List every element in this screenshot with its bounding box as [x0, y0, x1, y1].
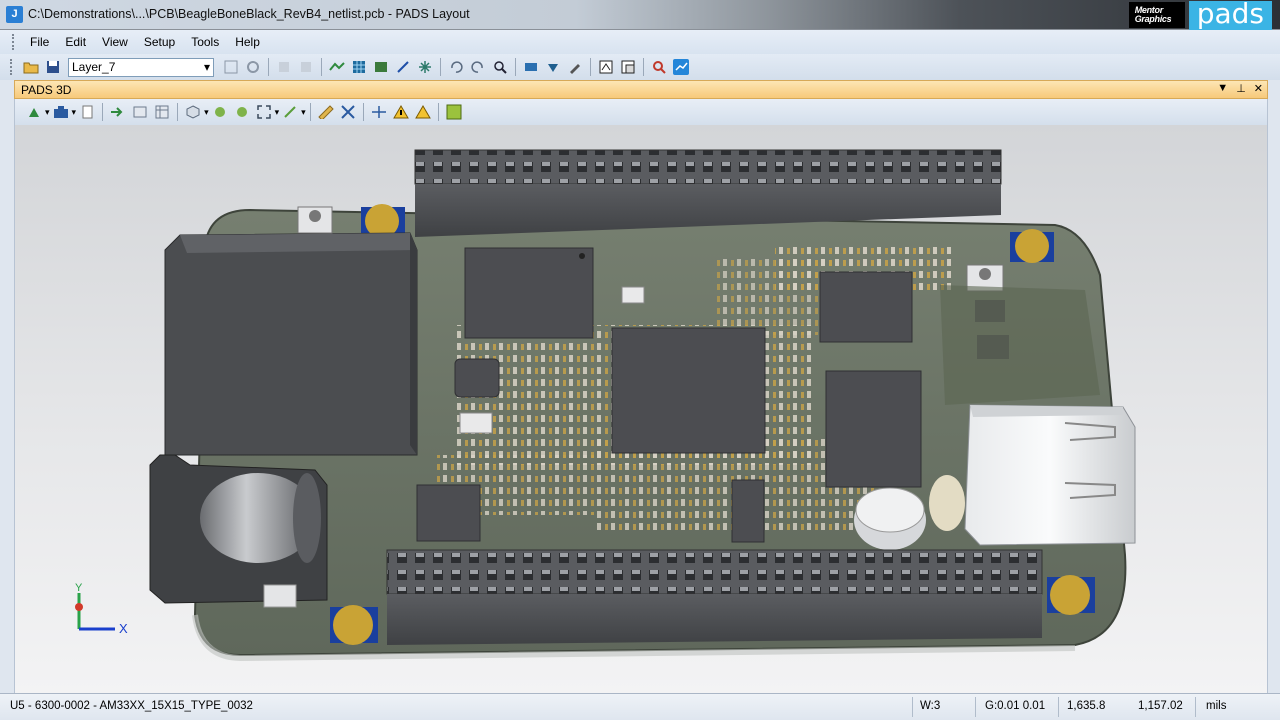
- status-y-coordinate: 1,157.02: [1138, 700, 1183, 712]
- panel-title: PADS 3D: [21, 82, 72, 97]
- save-icon[interactable]: [43, 57, 63, 77]
- toolbar-grip[interactable]: [10, 59, 14, 75]
- toolbar-separator: [590, 58, 591, 76]
- panel-controls: ▼ ⊥ ✕: [1217, 82, 1263, 95]
- grid-icon[interactable]: [349, 57, 369, 77]
- layer-dropdown[interactable]: Layer_7 ▾: [68, 57, 214, 77]
- status-x-coordinate: 1,635.8: [1067, 700, 1106, 712]
- undo-disabled-icon[interactable]: [274, 57, 294, 77]
- status-divider: [1195, 697, 1196, 717]
- layer-dropdown-value: Layer_7: [72, 60, 116, 74]
- camera-icon[interactable]: [51, 102, 71, 122]
- axis-x-label: X: [119, 621, 128, 636]
- chevron-down-icon[interactable]: ▾: [204, 60, 210, 74]
- undo-icon[interactable]: [446, 57, 466, 77]
- left-frame: [0, 80, 14, 693]
- toolbar-separator: [309, 103, 311, 121]
- view-cube-icon[interactable]: [183, 102, 203, 122]
- window-title: C:\Demonstrations\...\PCB\BeagleBoneBlac…: [28, 7, 470, 21]
- view-icon[interactable]: [521, 57, 541, 77]
- status-units: mils: [1206, 700, 1227, 712]
- right-frame: [1268, 80, 1280, 693]
- menu-bar: File Edit View Setup Tools Help: [0, 30, 1280, 54]
- fit-icon[interactable]: [254, 102, 274, 122]
- redo-disabled-icon[interactable]: [296, 57, 316, 77]
- menu-setup[interactable]: Setup: [136, 35, 183, 49]
- chevron-down-icon[interactable]: ▾: [204, 107, 209, 118]
- layers-icon[interactable]: [130, 102, 150, 122]
- toolbar-separator: [268, 58, 269, 76]
- toolbar-separator: [440, 58, 441, 76]
- menu-tools[interactable]: Tools: [183, 35, 227, 49]
- pcb-3d-render[interactable]: Y X: [15, 125, 1268, 693]
- status-component: U5 - 6300-0002 - AM33XX_15X15_TYPE_0032: [10, 700, 253, 712]
- main-toolbar: Layer_7 ▾: [0, 54, 1280, 80]
- mentor-graphics-logo: Mentor Graphics: [1128, 2, 1185, 28]
- verify-icon[interactable]: [649, 57, 669, 77]
- section-icon[interactable]: [338, 102, 358, 122]
- open-folder-icon[interactable]: [21, 57, 41, 77]
- measure-icon[interactable]: [316, 102, 336, 122]
- status-grid: G:0.01 0.01: [985, 700, 1046, 712]
- toolbar-separator: [362, 103, 364, 121]
- chevron-down-icon[interactable]: ▾: [72, 107, 77, 118]
- app-icon[interactable]: J: [6, 6, 23, 23]
- toolbar-separator: [643, 58, 644, 76]
- panel-menu-icon[interactable]: ▼: [1217, 82, 1228, 95]
- toolbar-separator: [437, 103, 439, 121]
- toolbar-separator: [321, 58, 322, 76]
- chevron-down-icon[interactable]: ▾: [275, 107, 280, 118]
- pin-icon[interactable]: [543, 57, 563, 77]
- highlight-icon[interactable]: [565, 57, 585, 77]
- status-divider: [912, 697, 913, 717]
- route-icon[interactable]: [327, 57, 347, 77]
- status-width: W:3: [920, 700, 941, 712]
- toolbar-separator: [102, 103, 104, 121]
- warning-icon[interactable]: [391, 102, 411, 122]
- net-icon[interactable]: [415, 57, 435, 77]
- pin-center-icon[interactable]: [369, 102, 389, 122]
- pads-logo: pads: [1188, 0, 1272, 31]
- pads-3d-toolbar: ▾ ▾ ▾ ▾ ▾: [14, 99, 1268, 125]
- toolbar-separator: [177, 103, 179, 121]
- chevron-down-icon[interactable]: ▾: [45, 107, 50, 118]
- zoom-icon[interactable]: [490, 57, 510, 77]
- close-icon[interactable]: ✕: [1254, 82, 1263, 95]
- filter-icon[interactable]: [280, 102, 300, 122]
- rotate-left-icon[interactable]: [210, 102, 230, 122]
- chevron-down-icon[interactable]: ▾: [301, 107, 306, 118]
- status-divider: [975, 697, 976, 717]
- menu-help[interactable]: Help: [227, 35, 268, 49]
- rotate-right-icon[interactable]: [232, 102, 252, 122]
- axis-triad: Y X: [75, 582, 128, 636]
- redo-icon[interactable]: [468, 57, 488, 77]
- 3d-icon[interactable]: [671, 57, 691, 77]
- window-icon[interactable]: [618, 57, 638, 77]
- status-divider: [1058, 697, 1059, 717]
- import-icon[interactable]: [24, 102, 44, 122]
- checklist-icon[interactable]: [444, 102, 464, 122]
- export-icon[interactable]: [108, 102, 128, 122]
- axis-y-label: Y: [75, 582, 83, 594]
- refresh-icon[interactable]: [243, 57, 263, 77]
- properties-icon[interactable]: [221, 57, 241, 77]
- menu-view[interactable]: View: [94, 35, 136, 49]
- pcb-icon[interactable]: [596, 57, 616, 77]
- 3d-viewport[interactable]: Y X: [14, 125, 1268, 693]
- brand-logos: Mentor Graphics pads: [1128, 0, 1272, 31]
- warning-yellow-icon[interactable]: [413, 102, 433, 122]
- new-doc-icon[interactable]: [77, 102, 97, 122]
- board-icon[interactable]: [152, 102, 172, 122]
- pads-3d-panel-header: PADS 3D ▼ ⊥ ✕: [14, 80, 1268, 99]
- title-bar: J C:\Demonstrations\...\PCB\BeagleBoneBl…: [0, 0, 1280, 31]
- menu-grip[interactable]: [12, 34, 16, 50]
- image-icon[interactable]: [371, 57, 391, 77]
- status-bar: U5 - 6300-0002 - AM33XX_15X15_TYPE_0032 …: [0, 693, 1280, 720]
- toolbar-separator: [515, 58, 516, 76]
- menu-file[interactable]: File: [22, 35, 57, 49]
- pin-panel-icon[interactable]: ⊥: [1236, 82, 1246, 95]
- line-icon[interactable]: [393, 57, 413, 77]
- menu-edit[interactable]: Edit: [57, 35, 94, 49]
